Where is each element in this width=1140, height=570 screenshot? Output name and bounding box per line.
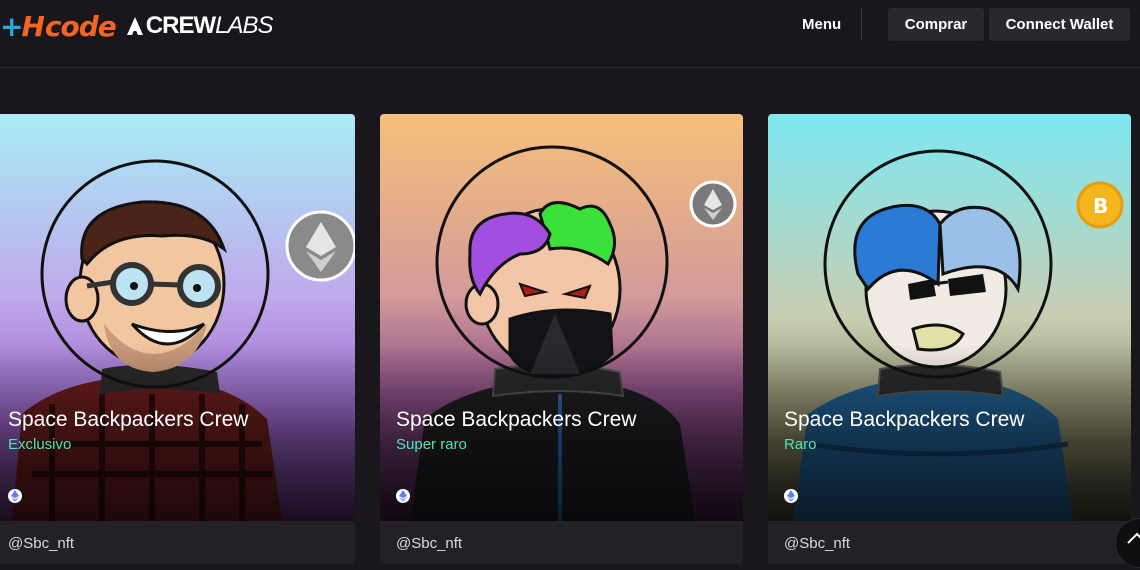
crewlabs-a-icon <box>126 17 143 35</box>
artwork-shade <box>0 344 355 521</box>
card-footer: @Sbc_nft <box>0 521 355 564</box>
creator-handle[interactable]: @Sbc_nft <box>396 535 462 552</box>
crewlabs-logo: CREWLABS <box>126 12 273 40</box>
buy-button[interactable]: Comprar <box>888 8 984 41</box>
chevron-up-icon <box>1127 532 1140 544</box>
brand-logo[interactable]: +H code CREWLABS <box>0 9 273 43</box>
svg-text:B: B <box>1093 194 1108 218</box>
nft-rarity: Raro <box>784 436 817 453</box>
artwork-shade <box>380 344 743 521</box>
nft-title: Space Backpackers Crew <box>784 408 1025 431</box>
ethereum-icon <box>784 489 798 503</box>
ethereum-icon <box>8 489 22 503</box>
hcode-logo-mark: +H <box>0 9 45 43</box>
nft-card[interactable]: B Space Backpackers Crew Raro @Sbc_nft <box>768 114 1131 564</box>
crewlabs-labs-text: LABS <box>215 12 273 39</box>
nft-artwork <box>380 114 743 521</box>
ethereum-icon <box>396 489 410 503</box>
connect-wallet-button[interactable]: Connect Wallet <box>989 8 1130 41</box>
top-navbar: +H code CREWLABS Menu Comprar Connect Wa… <box>0 0 1140 68</box>
creator-handle[interactable]: @Sbc_nft <box>8 535 74 552</box>
nft-artwork: B <box>768 114 1131 521</box>
nft-card[interactable]: Space Backpackers Crew Super raro @Sbc_n… <box>380 114 743 564</box>
hcode-logo-text: code <box>44 9 117 43</box>
card-footer: @Sbc_nft <box>380 521 743 564</box>
artwork-shade <box>768 344 1131 521</box>
nft-artwork <box>0 114 355 521</box>
menu-link[interactable]: Menu <box>802 16 841 33</box>
creator-handle[interactable]: @Sbc_nft <box>784 535 850 552</box>
nft-rarity: Exclusivo <box>8 436 72 453</box>
crewlabs-crew-text: CREW <box>145 12 216 39</box>
nft-card[interactable]: Space Backpackers Crew Exclusivo @Sbc_nf… <box>0 114 355 564</box>
nft-rarity: Super raro <box>396 436 467 453</box>
nft-title: Space Backpackers Crew <box>8 408 249 431</box>
card-footer: @Sbc_nft <box>768 521 1131 564</box>
nft-title: Space Backpackers Crew <box>396 408 637 431</box>
nav-divider <box>861 8 862 41</box>
